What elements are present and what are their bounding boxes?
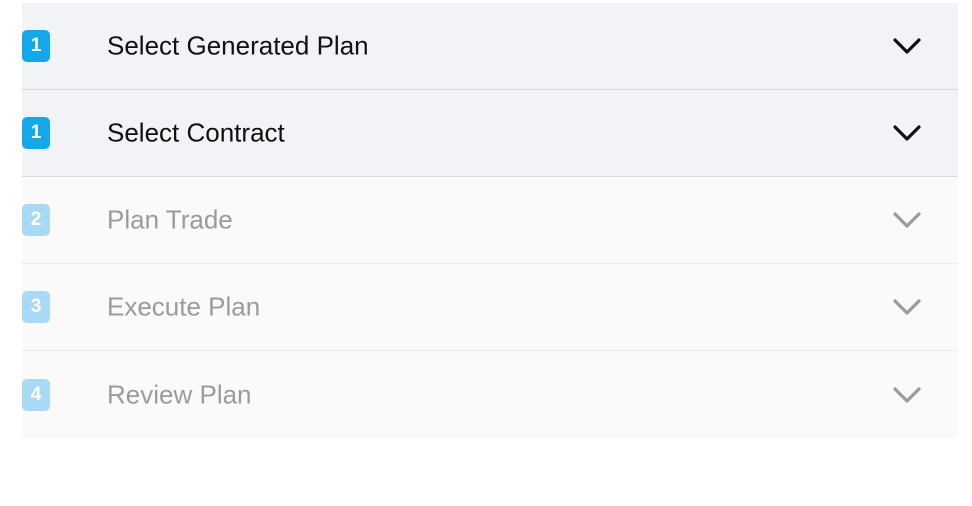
- chevron-down-icon[interactable]: [892, 209, 922, 231]
- chevron-down-icon[interactable]: [892, 296, 922, 318]
- step-number-badge: 3: [22, 291, 50, 323]
- step-label: Execute Plan: [107, 291, 261, 322]
- step-review-plan[interactable]: 4 Review Plan: [22, 351, 958, 438]
- chevron-down-icon[interactable]: [892, 122, 922, 144]
- step-number-badge: 4: [22, 378, 50, 411]
- chevron-down-icon[interactable]: [892, 35, 922, 57]
- step-select-contract[interactable]: 1 Select Contract: [22, 90, 958, 177]
- step-number-badge: 1: [22, 30, 50, 62]
- step-select-generated-plan[interactable]: 1 Select Generated Plan: [22, 3, 958, 90]
- step-label: Select Contract: [107, 117, 285, 148]
- step-execute-plan[interactable]: 3 Execute Plan: [22, 264, 958, 351]
- step-plan-trade[interactable]: 2 Plan Trade: [22, 177, 958, 264]
- step-number-badge: 1: [22, 117, 50, 149]
- step-label: Plan Trade: [107, 204, 233, 235]
- step-label: Review Plan: [107, 379, 252, 409]
- chevron-down-icon[interactable]: [892, 384, 922, 406]
- step-label: Select Generated Plan: [107, 30, 369, 61]
- step-number-badge: 2: [22, 204, 50, 236]
- step-accordion: 1 Select Generated Plan 1 Select Contrac…: [22, 3, 958, 438]
